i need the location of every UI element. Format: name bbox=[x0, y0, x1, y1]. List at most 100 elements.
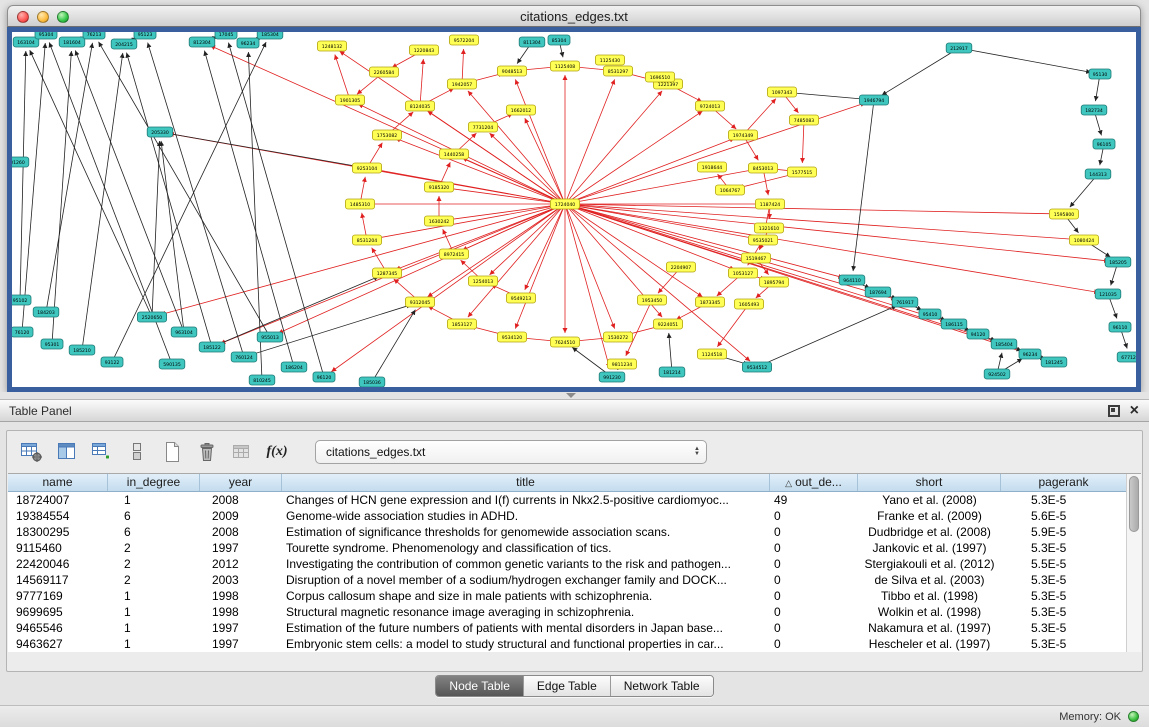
table-cell: 1997 bbox=[200, 540, 282, 556]
table-cell: 6 bbox=[108, 508, 200, 524]
splitter-handle[interactable] bbox=[566, 393, 576, 398]
table-tab-bar: Node Table Edge Table Network Table bbox=[0, 675, 1149, 697]
tab-node-table[interactable]: Node Table bbox=[436, 676, 523, 696]
table-cell: 1 bbox=[108, 604, 200, 620]
table-row[interactable]: 946554611997Estimation of the future num… bbox=[8, 620, 1126, 636]
table-cell: Investigating the contribution of common… bbox=[282, 556, 770, 572]
table-cell: Nakamura et al. (1997) bbox=[858, 620, 1001, 636]
float-panel-icon[interactable] bbox=[1108, 405, 1120, 417]
table-row[interactable]: 977716911998Corpus callosum shape and si… bbox=[8, 588, 1126, 604]
table-cell: 0 bbox=[770, 588, 858, 604]
close-button[interactable] bbox=[17, 11, 29, 23]
svg-text:9224051: 9224051 bbox=[658, 322, 679, 328]
table-row[interactable]: 946362711997Embryonic stem cells: a mode… bbox=[8, 636, 1126, 652]
svg-text:7485083: 7485083 bbox=[794, 118, 815, 124]
svg-text:181214: 181214 bbox=[663, 370, 681, 376]
svg-text:1097343: 1097343 bbox=[772, 90, 793, 96]
svg-text:1974349: 1974349 bbox=[733, 133, 754, 139]
svg-text:1254013: 1254013 bbox=[473, 279, 494, 285]
column-header-out-degree[interactable]: △out_de... bbox=[770, 474, 858, 491]
memory-status-label: Memory: OK bbox=[1059, 711, 1121, 723]
svg-text:185210: 185210 bbox=[73, 348, 91, 354]
svg-text:1124518: 1124518 bbox=[702, 352, 723, 358]
svg-text:1577515: 1577515 bbox=[792, 170, 813, 176]
svg-text:1696510: 1696510 bbox=[650, 75, 671, 81]
svg-text:181604: 181604 bbox=[63, 40, 81, 46]
close-panel-icon[interactable]: × bbox=[1130, 405, 1139, 417]
memory-status-indicator[interactable] bbox=[1128, 711, 1139, 722]
table-row[interactable]: 911546021997Tourette syndrome. Phenomeno… bbox=[8, 540, 1126, 556]
svg-text:185404: 185404 bbox=[995, 342, 1013, 348]
svg-text:204215: 204215 bbox=[115, 42, 133, 48]
svg-text:205330: 205330 bbox=[151, 130, 169, 136]
column-header-in-degree[interactable]: in_degree bbox=[108, 474, 200, 491]
svg-text:955013: 955013 bbox=[261, 335, 279, 341]
svg-text:1662012: 1662012 bbox=[511, 108, 532, 114]
svg-text:1440258: 1440258 bbox=[444, 152, 465, 158]
svg-text:964110: 964110 bbox=[843, 278, 861, 284]
panel-splitter[interactable] bbox=[0, 392, 1149, 399]
tab-edge-table[interactable]: Edge Table bbox=[523, 676, 610, 696]
scrollbar-thumb[interactable] bbox=[1129, 476, 1139, 532]
table-cell: Hescheler et al. (1997) bbox=[858, 636, 1001, 652]
table-select-dropdown[interactable]: citations_edges.txt ▲ ▼ bbox=[315, 440, 707, 464]
column-header-name[interactable]: name bbox=[8, 474, 108, 491]
network-window: citations_edges.txt 17240401187424953502… bbox=[7, 5, 1141, 392]
table-cell: Dudbridge et al. (2008) bbox=[858, 524, 1001, 540]
table-cell: 18724007 bbox=[8, 492, 108, 508]
row-tools-button[interactable] bbox=[124, 439, 150, 465]
svg-text:677120: 677120 bbox=[1121, 355, 1136, 361]
svg-text:96234: 96234 bbox=[241, 41, 256, 47]
column-header-short[interactable]: short bbox=[858, 474, 1001, 491]
table-row[interactable]: 969969511998Structural magnetic resonanc… bbox=[8, 604, 1126, 620]
table-scrollbar[interactable] bbox=[1126, 474, 1141, 652]
svg-text:93122: 93122 bbox=[105, 360, 120, 366]
table-cell: Corpus callosum shape and size in male p… bbox=[282, 588, 770, 604]
column-header-year[interactable]: year bbox=[200, 474, 282, 491]
new-table-button[interactable] bbox=[159, 439, 185, 465]
svg-text:1519467: 1519467 bbox=[746, 256, 767, 262]
table-cell: 2 bbox=[108, 556, 200, 572]
network-window-titlebar[interactable]: citations_edges.txt bbox=[7, 5, 1141, 27]
svg-text:2520650: 2520650 bbox=[142, 315, 163, 321]
network-canvas[interactable]: 1724040118742495350211053127187334592240… bbox=[12, 32, 1136, 387]
svg-text:185122: 185122 bbox=[203, 345, 221, 351]
svg-text:182734: 182734 bbox=[1085, 108, 1103, 114]
table-cell: Disruption of a novel member of a sodium… bbox=[282, 572, 770, 588]
svg-text:9253104: 9253104 bbox=[357, 166, 378, 172]
table-row[interactable]: 1830029562008Estimation of significance … bbox=[8, 524, 1126, 540]
minimize-button[interactable] bbox=[37, 11, 49, 23]
svg-text:163104: 163104 bbox=[17, 40, 35, 46]
column-header-title[interactable]: title bbox=[282, 474, 770, 491]
svg-text:1724040: 1724040 bbox=[555, 202, 576, 208]
table-row[interactable]: 1938455462009Genome-wide association stu… bbox=[8, 508, 1126, 524]
table-row[interactable]: 2242004622012Investigating the contribut… bbox=[8, 556, 1126, 572]
table-cell: 2 bbox=[108, 540, 200, 556]
table-cell: 6 bbox=[108, 524, 200, 540]
svg-text:1125408: 1125408 bbox=[555, 64, 576, 70]
svg-text:187694: 187694 bbox=[869, 290, 887, 296]
svg-text:95410: 95410 bbox=[923, 312, 938, 318]
table-cell: 5.3E-5 bbox=[1001, 572, 1126, 588]
delete-table-button[interactable] bbox=[194, 439, 220, 465]
svg-text:1125430: 1125430 bbox=[600, 58, 621, 64]
table-cell: 9115460 bbox=[8, 540, 108, 556]
svg-text:185036: 185036 bbox=[363, 380, 381, 386]
import-table-button[interactable] bbox=[89, 439, 115, 465]
show-columns-button[interactable] bbox=[54, 439, 80, 465]
table-cell: 5.3E-5 bbox=[1001, 492, 1126, 508]
tab-network-table[interactable]: Network Table bbox=[610, 676, 713, 696]
svg-text:1946794: 1946794 bbox=[864, 98, 885, 104]
table-cell: Tibbo et al. (1998) bbox=[858, 588, 1001, 604]
table-cell: 0 bbox=[770, 508, 858, 524]
table-row[interactable]: 1872400712008Changes of HCN gene express… bbox=[8, 492, 1126, 508]
zoom-button[interactable] bbox=[57, 11, 69, 23]
table-cell: Changes of HCN gene expression and I(f) … bbox=[282, 492, 770, 508]
table-body: 1872400712008Changes of HCN gene express… bbox=[8, 492, 1126, 652]
function-builder-button[interactable]: f(x) bbox=[264, 439, 290, 465]
table-options-button[interactable] bbox=[19, 439, 45, 465]
column-header-pagerank[interactable]: pagerank bbox=[1001, 474, 1126, 491]
merge-table-button[interactable] bbox=[229, 439, 255, 465]
table-row[interactable]: 1456911722003Disruption of a novel membe… bbox=[8, 572, 1126, 588]
table-cell: 49 bbox=[770, 492, 858, 508]
